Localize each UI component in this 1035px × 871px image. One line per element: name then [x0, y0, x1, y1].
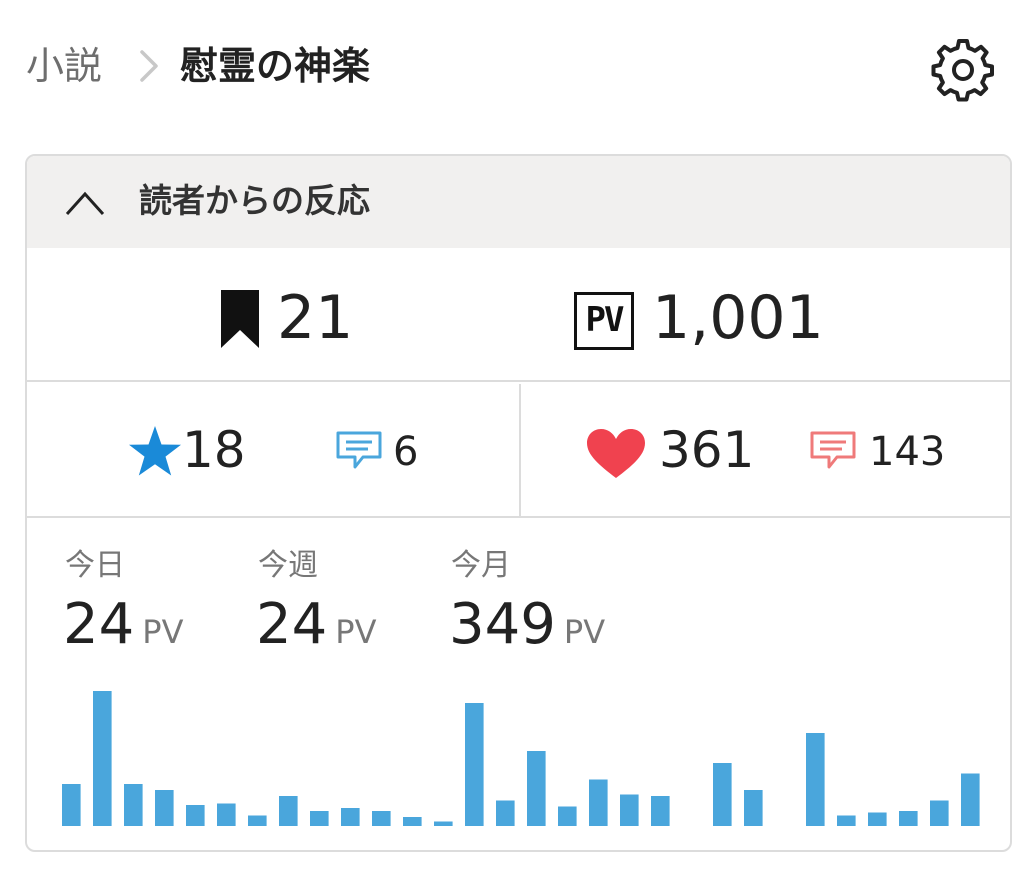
chart-bar: [279, 796, 298, 826]
chart-bar: [620, 794, 639, 826]
stat-week-label: 今週: [258, 548, 318, 583]
star-icon: [129, 426, 181, 476]
chart-bar: [930, 800, 949, 826]
bookmark-icon: [221, 290, 259, 348]
chart-bar: [589, 779, 608, 826]
chart-bar: [434, 821, 453, 826]
page: 小説 慰霊の神楽 読者からの反応 21 PV 1,001 18 6 361 14…: [0, 0, 1035, 871]
chart-bar: [465, 703, 484, 826]
gear-icon[interactable]: [930, 36, 996, 102]
stat-month-unit: PV: [563, 613, 606, 651]
header: 小説 慰霊の神楽: [0, 0, 1035, 135]
chart-bar: [186, 805, 205, 826]
stat-today-unit: PV: [142, 613, 184, 651]
reader-reactions-card: 読者からの反応 21 PV 1,001 18 6 361 143 今日 24 P…: [25, 154, 1012, 852]
stat-week-unit: PV: [335, 613, 377, 651]
chart-bar: [341, 808, 360, 826]
chart-bar: [217, 803, 236, 826]
chart-bar: [93, 691, 112, 826]
heart-comment-count: 143: [869, 429, 946, 475]
star-comment-count: 6: [393, 429, 419, 475]
stat-today-label: 今日: [65, 548, 125, 583]
chart-bar: [806, 733, 825, 826]
chart-bar: [372, 811, 391, 826]
chart-bar: [558, 806, 577, 826]
chart-bar: [124, 784, 143, 826]
pv-icon-label: PV: [585, 300, 625, 340]
daily-pv-bar-chart: [62, 691, 980, 826]
chart-bar: [837, 815, 856, 826]
chart-bar: [868, 812, 887, 826]
totals-row: 21 PV 1,001: [27, 248, 1010, 382]
heart-count: 361: [659, 421, 755, 479]
heart-icon: [587, 429, 645, 478]
chart-bar: [527, 751, 546, 826]
pv-total-count: 1,001: [652, 283, 824, 353]
chart-bar: [62, 784, 81, 826]
reader-reactions-header[interactable]: 読者からの反応: [27, 156, 1010, 248]
chart-bar: [155, 790, 174, 826]
bookmark-count: 21: [277, 283, 354, 353]
comment-icon: [810, 431, 856, 469]
stat-week-value: 24: [256, 592, 328, 657]
stat-today-value: 24: [63, 592, 135, 657]
card-title: 読者からの反応: [139, 181, 370, 220]
stat-today: 24 PV: [63, 589, 183, 668]
reactions-row: 18 6 361 143: [27, 384, 1010, 518]
chart-bar: [403, 817, 422, 826]
stat-month: 349 PV: [449, 589, 605, 668]
stat-week: 24 PV: [256, 589, 376, 668]
page-title: 慰霊の神楽: [180, 44, 371, 88]
breadcrumb-parent-link[interactable]: 小説: [26, 40, 102, 92]
chart-bar: [310, 811, 329, 826]
chart-bar: [496, 800, 515, 826]
pv-icon: PV: [574, 292, 634, 350]
chart-bar: [961, 773, 980, 826]
stat-month-value: 349: [449, 592, 556, 657]
divider: [519, 384, 521, 518]
chart-bar: [248, 815, 267, 826]
chart-bar: [744, 790, 763, 826]
chart-bar: [713, 763, 732, 826]
comment-icon: [336, 431, 382, 469]
chevron-right-icon: [140, 50, 158, 82]
chart-bar: [899, 811, 918, 826]
chevron-up-icon[interactable]: [63, 184, 107, 220]
star-count: 18: [182, 421, 246, 479]
stat-month-label: 今月: [451, 548, 511, 583]
chart-bar: [651, 796, 670, 826]
